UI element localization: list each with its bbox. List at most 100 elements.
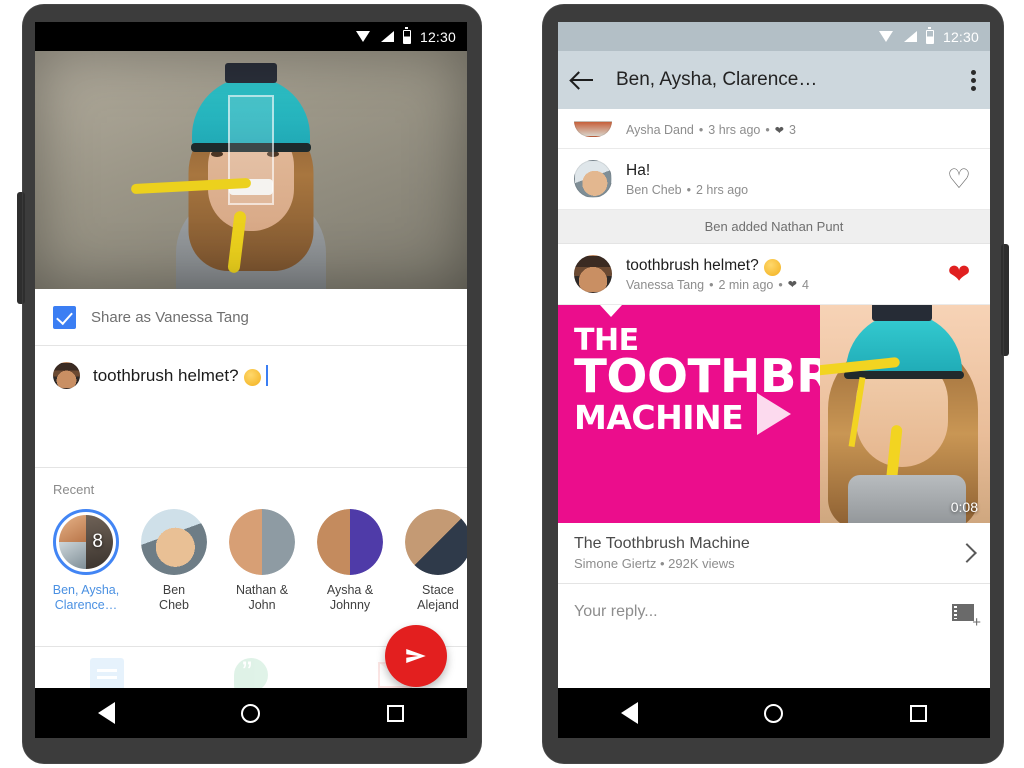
compose-text-value: toothbrush helmet? bbox=[93, 365, 239, 385]
photo-vignette bbox=[35, 51, 467, 289]
group-member-count: 8 bbox=[92, 531, 103, 552]
heart-icon: ❤ bbox=[774, 124, 784, 137]
compose-area[interactable]: toothbrush helmet? bbox=[35, 346, 467, 468]
message-text: toothbrush helmet? bbox=[626, 257, 930, 276]
message-time: 2 hrs ago bbox=[696, 182, 749, 197]
message-like-count: 4 bbox=[801, 277, 809, 292]
message-author: Ben Cheb bbox=[626, 182, 682, 197]
message-author: Aysha Dand bbox=[626, 123, 694, 137]
recent-contact-ben-cheb[interactable]: Ben Cheb bbox=[139, 509, 209, 613]
group-avatar[interactable]: 8 bbox=[53, 509, 119, 575]
back-icon[interactable] bbox=[621, 702, 639, 724]
share-as-label: Share as Vanessa Tang bbox=[91, 308, 249, 326]
recent-contact-label: Ben Cheb bbox=[159, 583, 189, 612]
left-android-nav-bar[interactable] bbox=[35, 688, 467, 738]
recents-icon[interactable] bbox=[909, 704, 927, 722]
reply-input[interactable]: Your reply... bbox=[574, 603, 658, 621]
video-title: The Toothbrush Machine bbox=[574, 535, 750, 552]
recent-contact-label: Aysha & Johnny bbox=[326, 583, 374, 612]
avatar bbox=[574, 255, 612, 293]
text-caret bbox=[265, 365, 268, 386]
avatar[interactable] bbox=[141, 509, 207, 575]
avatar[interactable] bbox=[405, 509, 467, 575]
message-text: Ha! bbox=[626, 161, 651, 179]
back-arrow-icon[interactable] bbox=[572, 71, 594, 89]
video-thumbnail[interactable]: THE TOOTHBRUSH MACHINE 0:08 bbox=[558, 305, 990, 523]
message-row[interactable]: toothbrush helmet? Vanessa Tang • 2 min … bbox=[558, 244, 990, 305]
right-status-bar: 12:30 bbox=[558, 22, 990, 51]
right-phone-screen: 12:30 Ben, Aysha, Clarence… Aysha Dand •… bbox=[558, 22, 990, 738]
overflow-menu-icon[interactable] bbox=[971, 69, 976, 91]
left-phone-screen: 12:30 Share as Vanessa Tang toothbrush h… bbox=[35, 22, 467, 738]
status-time: 12:30 bbox=[942, 28, 979, 45]
reply-row[interactable]: Your reply... bbox=[558, 584, 990, 640]
recent-contact-ben-aysha-clarence[interactable]: 8 Ben, Aysha, Clarence… bbox=[51, 509, 121, 613]
hangouts-icon[interactable] bbox=[234, 656, 268, 692]
message-meta: Ben Cheb • 2 hrs ago bbox=[626, 182, 749, 197]
signal-icon bbox=[380, 30, 394, 43]
volume-button[interactable] bbox=[17, 192, 25, 304]
home-icon[interactable] bbox=[241, 703, 261, 723]
avatar bbox=[53, 362, 80, 389]
status-time: 12:30 bbox=[419, 28, 456, 45]
send-icon bbox=[406, 648, 426, 664]
smiley-emoji-icon bbox=[763, 259, 781, 276]
heart-filled-icon: ❤ bbox=[947, 258, 971, 289]
card-pointer bbox=[600, 305, 622, 317]
smiley-emoji-icon bbox=[243, 369, 261, 386]
avatar[interactable] bbox=[317, 509, 383, 575]
left-phone-device: 12:30 Share as Vanessa Tang toothbrush h… bbox=[17, 4, 482, 764]
video-attach-icon[interactable] bbox=[952, 603, 981, 630]
video-subtitle: Simone Giertz • 292K views bbox=[574, 556, 735, 571]
message-author: Vanessa Tang bbox=[626, 277, 705, 292]
chevron-right-icon[interactable] bbox=[957, 543, 977, 563]
recents-icon[interactable] bbox=[386, 704, 404, 722]
message-time: 3 hrs ago bbox=[708, 123, 761, 137]
recent-heading: Recent bbox=[53, 482, 95, 497]
home-icon[interactable] bbox=[764, 703, 784, 723]
recent-contact-aysha-johnny[interactable]: Aysha & Johnny bbox=[315, 509, 385, 613]
recent-contact-stacey-alejandro[interactable]: Stace Alejand bbox=[403, 509, 467, 613]
avatar bbox=[574, 121, 612, 137]
video-thumb-person bbox=[820, 305, 990, 523]
avatar bbox=[574, 160, 612, 198]
recent-contact-nathan-john[interactable]: Nathan & John bbox=[227, 509, 297, 613]
like-button[interactable]: ♡ bbox=[944, 165, 974, 193]
message-time: 2 min ago bbox=[718, 277, 774, 292]
wifi-icon bbox=[878, 30, 894, 43]
compose-input[interactable]: toothbrush helmet? bbox=[93, 365, 268, 386]
docs-icon[interactable] bbox=[90, 657, 124, 692]
conversation-app-bar: Ben, Aysha, Clarence… bbox=[558, 51, 990, 109]
recent-contacts-strip[interactable]: 8 Ben, Aysha, Clarence… Ben Cheb Nathan … bbox=[35, 509, 467, 613]
play-icon[interactable] bbox=[757, 393, 791, 435]
back-icon[interactable] bbox=[98, 702, 116, 724]
avatar[interactable] bbox=[229, 509, 295, 575]
message-row[interactable]: Ha! Ben Cheb • 2 hrs ago ♡ bbox=[558, 149, 990, 210]
system-message: Ben added Nathan Punt bbox=[558, 210, 990, 244]
share-photo-preview[interactable] bbox=[35, 51, 467, 289]
volume-button[interactable] bbox=[1001, 244, 1009, 356]
signal-icon bbox=[903, 30, 917, 43]
message-row[interactable]: Aysha Dand • 3 hrs ago • ❤ 3 bbox=[558, 109, 990, 149]
page-title: Ben, Aysha, Clarence… bbox=[616, 69, 818, 90]
video-meta-row[interactable]: The Toothbrush Machine Simone Giertz • 2… bbox=[558, 523, 990, 584]
left-status-bar: 12:30 bbox=[35, 22, 467, 51]
share-as-checkbox[interactable] bbox=[53, 305, 76, 329]
share-as-row[interactable]: Share as Vanessa Tang bbox=[35, 289, 467, 346]
recent-contact-label: Stace Alejand bbox=[417, 583, 459, 612]
recent-contact-label: Ben, Aysha, Clarence… bbox=[52, 583, 120, 612]
screenshot-stage: 12:30 Share as Vanessa Tang toothbrush h… bbox=[0, 0, 1024, 768]
message-meta: Aysha Dand • 3 hrs ago • ❤ 3 bbox=[626, 123, 796, 137]
right-android-nav-bar[interactable] bbox=[558, 688, 990, 738]
message-like-count: 3 bbox=[789, 123, 796, 137]
message-meta: Vanessa Tang • 2 min ago • ❤ 4 bbox=[626, 277, 809, 292]
send-button[interactable] bbox=[385, 625, 447, 687]
recent-section: Recent 8 Ben, Aysha, Clarence… Ben Cheb … bbox=[35, 468, 467, 646]
like-button[interactable]: ❤ bbox=[944, 258, 974, 289]
video-card[interactable]: THE TOOTHBRUSH MACHINE 0:08 The Toothbru… bbox=[558, 305, 990, 584]
heart-icon: ❤ bbox=[787, 279, 797, 291]
battery-icon bbox=[925, 26, 934, 44]
wifi-icon bbox=[355, 30, 371, 43]
recent-contact-label: Nathan & John bbox=[235, 583, 289, 612]
right-phone-device: 12:30 Ben, Aysha, Clarence… Aysha Dand •… bbox=[542, 4, 1009, 764]
